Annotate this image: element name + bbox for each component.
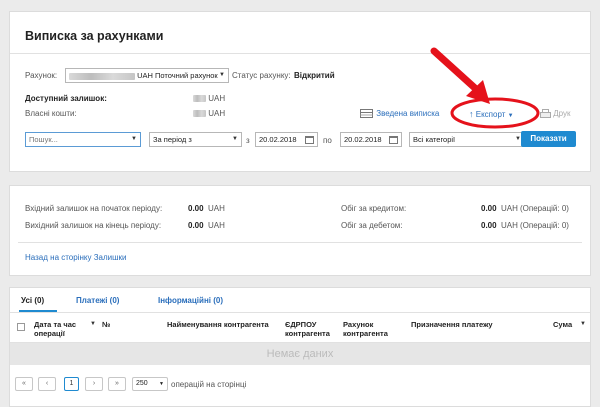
chevron-down-icon: ▼ xyxy=(219,72,225,78)
page-size-select[interactable]: 250 ▼ xyxy=(132,377,168,391)
credit-operations-count: (Операцій: 0) xyxy=(520,204,569,213)
calendar-icon xyxy=(389,136,398,144)
account-select[interactable]: UAH Поточний рахунок ▼ xyxy=(65,68,229,83)
sort-desc-icon: ▼ xyxy=(90,321,96,327)
export-label: Експорт xyxy=(475,110,506,119)
account-status-value: Відкритий xyxy=(294,71,335,80)
next-page-button[interactable]: › xyxy=(85,377,103,391)
from-date-input[interactable]: 20.02.2018 xyxy=(255,132,318,147)
empty-state: Немає даних xyxy=(10,343,590,365)
chevron-down-icon: ▼ xyxy=(159,381,164,387)
category-select[interactable]: Всі категорії ▼ xyxy=(409,132,525,147)
statement-panel: Виписка за рахунками Рахунок: UAH Поточн… xyxy=(9,11,591,172)
print-button[interactable]: Друк xyxy=(540,109,571,119)
column-counterparty-name[interactable]: Найменування контрагента xyxy=(167,320,269,329)
column-counterparty-edrpou[interactable]: ЄДРПОУ контрагента xyxy=(285,320,345,338)
column-amount[interactable]: Сума xyxy=(553,320,572,329)
page-title: Виписка за рахунками xyxy=(25,29,164,43)
to-date-value: 20.02.2018 xyxy=(344,135,382,144)
tab-informational[interactable]: Інформаційні (0) xyxy=(158,296,223,305)
currency: UAH xyxy=(208,204,225,213)
account-select-value: UAH Поточний рахунок xyxy=(137,71,218,80)
opening-balance-value: 0.00 xyxy=(188,204,204,213)
table-icon xyxy=(360,109,373,118)
tabs-divider xyxy=(10,312,590,313)
column-counterparty-account[interactable]: Рахунок контрагента xyxy=(343,320,403,338)
chevron-down-icon: ▼ xyxy=(232,136,238,142)
account-label: Рахунок: xyxy=(25,71,58,80)
print-label: Друк xyxy=(553,109,571,119)
summary-divider xyxy=(18,242,582,243)
debit-turnover-value: 0.00 xyxy=(481,221,497,230)
own-funds-label: Власні кошти: xyxy=(25,109,77,118)
period-select-value: За період з xyxy=(153,135,192,144)
from-date-value: 20.02.2018 xyxy=(259,135,297,144)
column-date[interactable]: Дата та час операції xyxy=(34,320,90,338)
show-button[interactable]: Показати xyxy=(521,131,576,147)
calendar-icon xyxy=(305,136,314,144)
tab-payments[interactable]: Платежі (0) xyxy=(76,296,119,305)
chevron-down-icon: ▼ xyxy=(580,321,586,327)
column-payment-purpose[interactable]: Призначення платежу xyxy=(411,320,493,329)
currency: UAH xyxy=(208,94,226,103)
export-button[interactable]: ↑ Експорт ▼ xyxy=(469,109,514,119)
first-page-button[interactable]: « xyxy=(15,377,33,391)
current-page[interactable]: 1 xyxy=(64,377,79,391)
from-label: з xyxy=(246,136,250,145)
credit-turnover-value: 0.00 xyxy=(481,204,497,213)
currency: UAH xyxy=(501,221,518,230)
credit-turnover-label: Обіг за кредитом: xyxy=(341,204,407,213)
prev-page-button[interactable]: ‹ xyxy=(38,377,56,391)
account-number-redacted xyxy=(69,72,135,80)
upload-arrow-icon: ↑ xyxy=(469,109,474,119)
to-label: по xyxy=(323,136,332,145)
closing-balance-value: 0.00 xyxy=(188,221,204,230)
available-balance-label: Доступний залишок: xyxy=(25,94,107,103)
summary-statement-button[interactable]: Зведена виписка xyxy=(360,109,439,119)
summary-panel: Вхідний залишок на початок періоду: 0.00… xyxy=(9,185,591,276)
summary-statement-label: Зведена виписка xyxy=(376,109,440,119)
balance-redacted xyxy=(193,95,206,103)
printer-icon xyxy=(540,109,551,118)
chevron-down-icon: ▼ xyxy=(507,113,514,119)
currency: UAH xyxy=(208,109,226,118)
table-header: Дата та час операції ▼ № Найменування ко… xyxy=(10,318,590,343)
category-select-value: Всі категорії xyxy=(413,135,456,144)
search-input[interactable]: Пошук... ▼ xyxy=(25,132,141,147)
page-size-label: операцій на сторінці xyxy=(171,380,247,389)
page-size-value: 250 xyxy=(136,380,148,387)
search-placeholder: Пошук... xyxy=(29,135,58,144)
closing-balance-label: Вихідний залишок на кінець періоду: xyxy=(25,221,162,230)
account-status-label: Статус рахунку: xyxy=(232,71,291,80)
debit-turnover-label: Обіг за дебетом: xyxy=(341,221,403,230)
tab-all[interactable]: Усі (0) xyxy=(21,296,44,305)
balance-redacted xyxy=(193,110,206,118)
opening-balance-label: Вхідний залишок на початок періоду: xyxy=(25,204,163,213)
column-number[interactable]: № xyxy=(102,320,110,329)
chevron-down-icon: ▼ xyxy=(131,136,137,142)
available-balance-value: UAH xyxy=(193,94,225,103)
last-page-button[interactable]: » xyxy=(108,377,126,391)
own-funds-value: UAH xyxy=(193,109,225,118)
period-select[interactable]: За період з ▼ xyxy=(149,132,242,147)
back-to-balances-link[interactable]: Назад на сторінку Залишки xyxy=(25,253,127,262)
debit-operations-count: (Операцій: 0) xyxy=(520,221,569,230)
currency: UAH xyxy=(208,221,225,230)
currency: UAH xyxy=(501,204,518,213)
select-all-checkbox[interactable] xyxy=(17,323,25,331)
title-divider xyxy=(10,53,590,54)
to-date-input[interactable]: 20.02.2018 xyxy=(340,132,402,147)
